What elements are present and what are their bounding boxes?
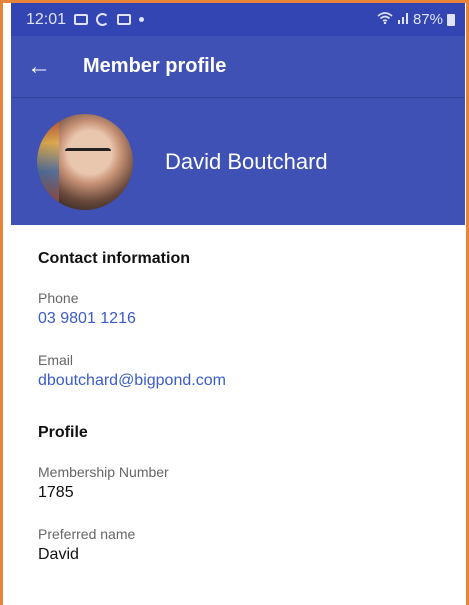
- membership-value: 1785: [38, 484, 74, 501]
- app-bar: ← Member profile: [11, 36, 465, 98]
- profile-header: David Boutchard: [11, 98, 465, 225]
- email-link[interactable]: dboutchard@bigpond.com: [38, 372, 458, 390]
- membership-label: Membership Number: [38, 464, 169, 480]
- preferred-name-label: Preferred name: [38, 526, 136, 542]
- dot-icon: [139, 17, 145, 22]
- battery-icon: [447, 13, 455, 26]
- profile-heading: Profile: [38, 424, 88, 441]
- battery-percent: 87%: [412, 11, 443, 28]
- back-button[interactable]: ←: [11, 36, 67, 98]
- status-bar: 12:01 87%: [11, 3, 465, 36]
- gallery-icon: [74, 14, 89, 25]
- wifi-icon: [377, 11, 393, 28]
- profile-content: Contact information Phone 03 9801 1216 E…: [38, 225, 458, 564]
- status-time: 12:01: [26, 10, 67, 28]
- arrow-left-icon: ←: [27, 52, 51, 80]
- member-name: David Boutchard: [165, 148, 328, 174]
- mail-icon: [117, 14, 132, 25]
- phone-link[interactable]: 03 9801 1216: [38, 310, 458, 328]
- preferred-name-field: Preferred name David: [38, 526, 458, 564]
- avatar: [37, 113, 133, 210]
- email-label: Email: [38, 352, 74, 368]
- phone-field: Phone 03 9801 1216: [38, 290, 458, 328]
- sync-icon: [96, 13, 110, 26]
- phone-label: Phone: [38, 290, 79, 306]
- email-field: Email dboutchard@bigpond.com: [38, 352, 458, 390]
- signal-icon: [397, 11, 409, 28]
- contact-heading: Contact information: [38, 250, 190, 267]
- membership-field: Membership Number 1785: [38, 464, 458, 502]
- screen-frame: 12:01 87% ← Member profile David Boutcha…: [0, 0, 469, 605]
- page-title: Member profile: [83, 55, 227, 77]
- preferred-name-value: David: [38, 546, 79, 563]
